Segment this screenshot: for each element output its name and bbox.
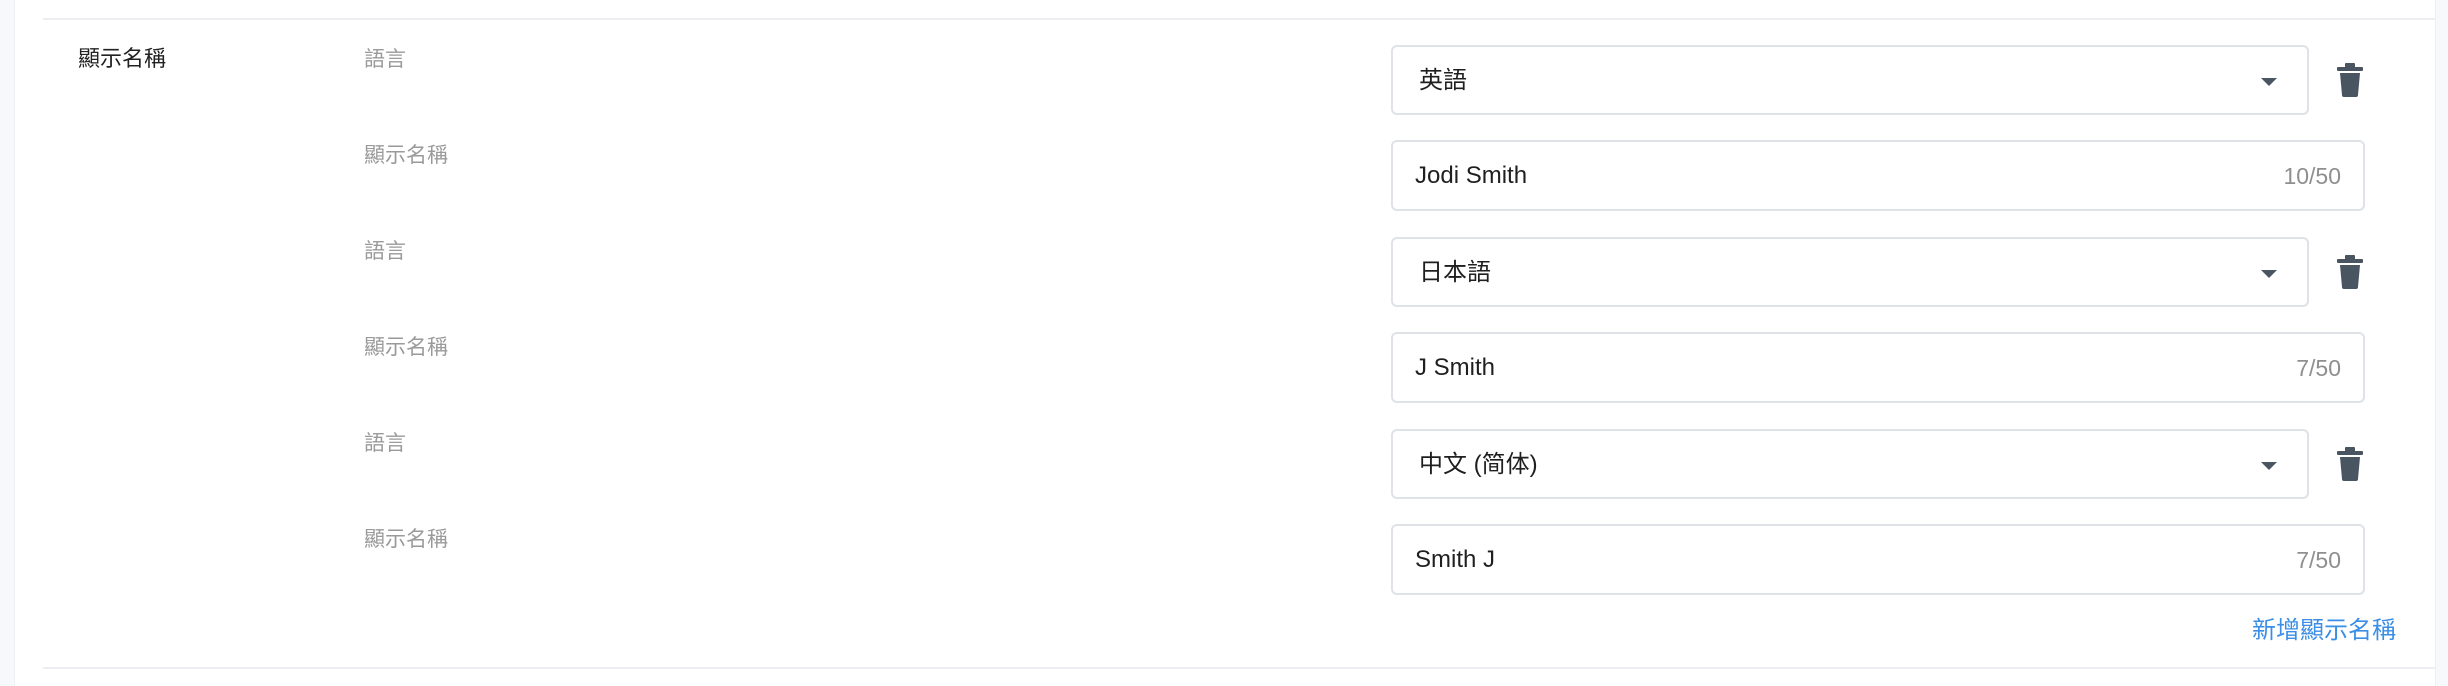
language-select-value: 英語 <box>1419 67 1467 94</box>
display-name-input[interactable] <box>1415 526 2195 593</box>
display-name-label: 顯示名稱 <box>364 144 448 167</box>
chevron-down-icon <box>2261 270 2277 278</box>
display-name-input[interactable] <box>1415 142 2195 209</box>
add-display-name-link[interactable]: 新增顯示名稱 <box>2252 617 2396 645</box>
chevron-down-icon <box>2261 78 2277 86</box>
character-counter: 10/50 <box>2283 163 2341 189</box>
bottom-divider <box>43 667 2435 669</box>
display-name-field[interactable]: 7/50 <box>1391 332 2365 403</box>
language-label: 語言 <box>364 240 406 263</box>
top-divider <box>43 18 2435 20</box>
language-select[interactable]: 英語 <box>1391 45 2309 115</box>
display-name-label: 顯示名稱 <box>364 528 448 551</box>
display-name-panel: 顯示名稱 語言 英語 顯示名稱 10/50 語言 日本語 顯示名稱 7/50 語… <box>14 0 2436 686</box>
display-name-field[interactable]: 10/50 <box>1391 140 2365 211</box>
display-name-input[interactable] <box>1415 334 2195 401</box>
chevron-down-icon <box>2261 462 2277 470</box>
language-select-value: 中文 (简体) <box>1419 451 1538 478</box>
trash-icon[interactable] <box>2335 447 2365 481</box>
trash-icon[interactable] <box>2335 63 2365 97</box>
language-select-value: 日本語 <box>1419 259 1491 286</box>
trash-icon[interactable] <box>2335 255 2365 289</box>
section-label: 顯示名稱 <box>78 46 167 71</box>
language-label: 語言 <box>364 48 406 71</box>
language-label: 語言 <box>364 432 406 455</box>
display-name-label: 顯示名稱 <box>364 336 448 359</box>
language-select[interactable]: 日本語 <box>1391 237 2309 307</box>
character-counter: 7/50 <box>2296 547 2341 573</box>
language-select[interactable]: 中文 (简体) <box>1391 429 2309 499</box>
character-counter: 7/50 <box>2296 355 2341 381</box>
display-name-field[interactable]: 7/50 <box>1391 524 2365 595</box>
